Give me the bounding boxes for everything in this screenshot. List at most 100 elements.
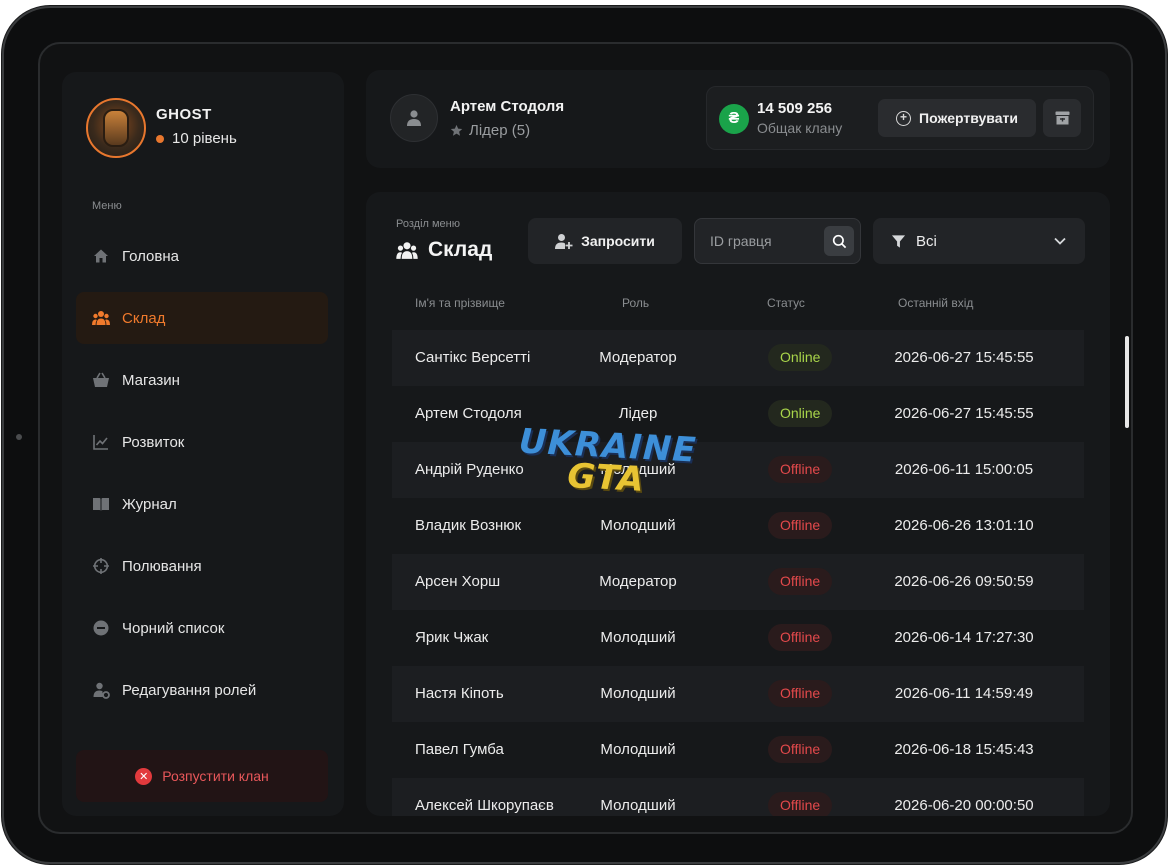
sidebar-item-label: Редагування ролей (122, 681, 257, 699)
add-user-icon (555, 233, 573, 249)
column-header-status: Статус (767, 296, 805, 310)
sidebar-item-label: Магазин (122, 371, 180, 389)
member-name: Настя Кіпоть (415, 685, 504, 702)
column-header-role: Роль (622, 296, 650, 310)
members-table: Сантікс Версетті Модератор Online 2026-06-2… (392, 330, 1084, 816)
table-row[interactable]: Сантікс Версетті Модератор Online 2026-06-2… (392, 330, 1084, 386)
app-screen: GHOST 10 рівень Меню Головна Склад Магаз… (38, 42, 1133, 834)
treasury-amount: 14 509 256 (757, 100, 833, 117)
profile-bar: Артем Стодоля Лідер (5) ₴ 14 509 256 Общ… (366, 70, 1110, 168)
sidebar: GHOST 10 рівень Меню Головна Склад Магаз… (62, 72, 344, 816)
sidebar-item-label: Полювання (122, 557, 202, 575)
member-last-login: 2026-06-11 15:00:05 (894, 461, 1034, 478)
table-row[interactable]: Павел Гумба Молодший Offline 2026-06-18 15:… (392, 722, 1084, 778)
user-name: Артем Стодоля (450, 98, 565, 115)
section-caption: Розділ меню (396, 218, 460, 230)
invite-label: Запросити (581, 233, 655, 249)
home-icon (92, 247, 110, 265)
archive-icon (1055, 111, 1069, 125)
status-badge: Offline (768, 792, 833, 816)
sidebar-item-label: Розвиток (122, 433, 185, 451)
sidebar-item-development[interactable]: Розвиток (76, 416, 328, 468)
disband-clan-button[interactable]: ✕ Розпустити клан (76, 750, 328, 802)
member-role: Молодший (600, 797, 676, 814)
sidebar-item-storage[interactable]: Склад (76, 292, 328, 344)
tablet-frame: GHOST 10 рівень Меню Головна Склад Магаз… (2, 6, 1167, 864)
search-button[interactable] (824, 226, 854, 256)
table-row[interactable]: Ярик Чжак Молодший Offline 2026-06-14 17:27… (392, 610, 1084, 666)
user-role-text: Лідер (5) (469, 122, 531, 139)
table-header: Ім'я та прізвище Роль Статус Останній вх… (392, 296, 1084, 316)
users-icon (396, 241, 418, 259)
users-icon (92, 309, 110, 327)
sidebar-item-label: Журнал (122, 495, 177, 513)
minus-circle-icon (92, 619, 110, 637)
donate-button[interactable]: + Пожертвувати (878, 99, 1036, 137)
user-icon (407, 110, 421, 126)
scrollbar-thumb[interactable] (1125, 336, 1129, 428)
table-row[interactable]: Артем Стодоля Лідер Online 2026-06-27 15:45… (392, 386, 1084, 442)
camera-dot (16, 434, 22, 440)
member-role: Молодший (600, 517, 676, 534)
archive-button[interactable] (1043, 99, 1081, 137)
column-header-last-login: Останній вхід (898, 296, 974, 310)
member-role: Молодший (600, 461, 676, 478)
member-role: Молодший (600, 629, 676, 646)
clan-name: GHOST (156, 106, 212, 123)
treasury-label: Общак клану (757, 120, 843, 136)
invite-button[interactable]: Запросити (528, 218, 682, 264)
page-title-text: Склад (428, 238, 493, 261)
table-row[interactable]: Андрій Руденко Молодший Offline 2026-06-11 … (392, 442, 1084, 498)
status-badge: Offline (768, 624, 833, 651)
table-row[interactable]: Настя Кіпоть Молодший Offline 2026-06-11 14… (392, 666, 1084, 722)
member-last-login: 2026-06-27 15:45:55 (894, 349, 1034, 366)
basket-icon (92, 371, 110, 389)
member-role: Молодший (600, 685, 676, 702)
sidebar-item-home[interactable]: Головна (76, 230, 328, 282)
member-role: Молодший (600, 741, 676, 758)
table-row[interactable]: Владик Вознюк Молодший Offline 2026-06-26 1… (392, 498, 1084, 554)
status-badge: Offline (768, 456, 833, 483)
sidebar-item-hunting[interactable]: Полювання (76, 540, 328, 592)
search-icon (832, 234, 846, 248)
member-name: Андрій Руденко (415, 461, 524, 478)
member-name: Владик Вознюк (415, 517, 522, 534)
member-role: Модератор (599, 349, 677, 366)
sidebar-item-journal[interactable]: Журнал (76, 478, 328, 530)
members-panel: Розділ меню Склад Запросити Всі (366, 192, 1110, 816)
status-badge: Offline (768, 736, 833, 763)
member-role: Лідер (618, 405, 658, 422)
close-icon: ✕ (135, 767, 153, 785)
book-icon (92, 495, 110, 513)
table-row[interactable]: Алексей Шкорупаєв Молодший Offline 2026-06-… (392, 778, 1084, 816)
sidebar-item-label: Склад (122, 309, 166, 327)
member-last-login: 2026-06-14 17:27:30 (894, 629, 1034, 646)
player-id-input[interactable] (695, 219, 821, 263)
status-badge: Offline (768, 568, 833, 595)
disband-clan-label: Розпустити клан (162, 768, 269, 784)
chevron-down-icon (1054, 237, 1066, 245)
member-name: Артем Стодоля (415, 405, 522, 422)
sidebar-menu: Головна Склад Магазин Розвиток Журнал По… (76, 230, 328, 726)
sidebar-item-blacklist[interactable]: Чорний список (76, 602, 328, 654)
sidebar-item-edit-roles[interactable]: Редагування ролей (76, 664, 328, 716)
table-row[interactable]: Арсен Хорш Модератор Offline 2026-06-26 09:… (392, 554, 1084, 610)
member-role: Модератор (599, 573, 677, 590)
column-header-name: Ім'я та прізвище (415, 296, 505, 310)
member-name: Сантікс Версетті (415, 349, 531, 366)
member-name: Павел Гумба (415, 741, 504, 758)
member-name: Ярик Чжак (415, 629, 489, 646)
member-name: Алексей Шкорупаєв (415, 797, 554, 814)
sidebar-item-shop[interactable]: Магазин (76, 354, 328, 406)
plus-icon: + (896, 110, 912, 126)
role-filter-select[interactable]: Всі (873, 218, 1085, 264)
clan-treasury: ₴ 14 509 256 Общак клану + Пожертвувати (706, 86, 1094, 150)
member-name: Арсен Хорш (415, 573, 501, 590)
page-title: Склад (396, 238, 492, 262)
star-icon (450, 124, 463, 136)
status-badge: Online (768, 344, 833, 371)
status-badge: Online (768, 400, 833, 427)
sidebar-item-label: Головна (122, 247, 179, 265)
user-role: Лідер (5) (450, 122, 530, 139)
member-last-login: 2026-06-20 00:00:50 (894, 797, 1034, 814)
